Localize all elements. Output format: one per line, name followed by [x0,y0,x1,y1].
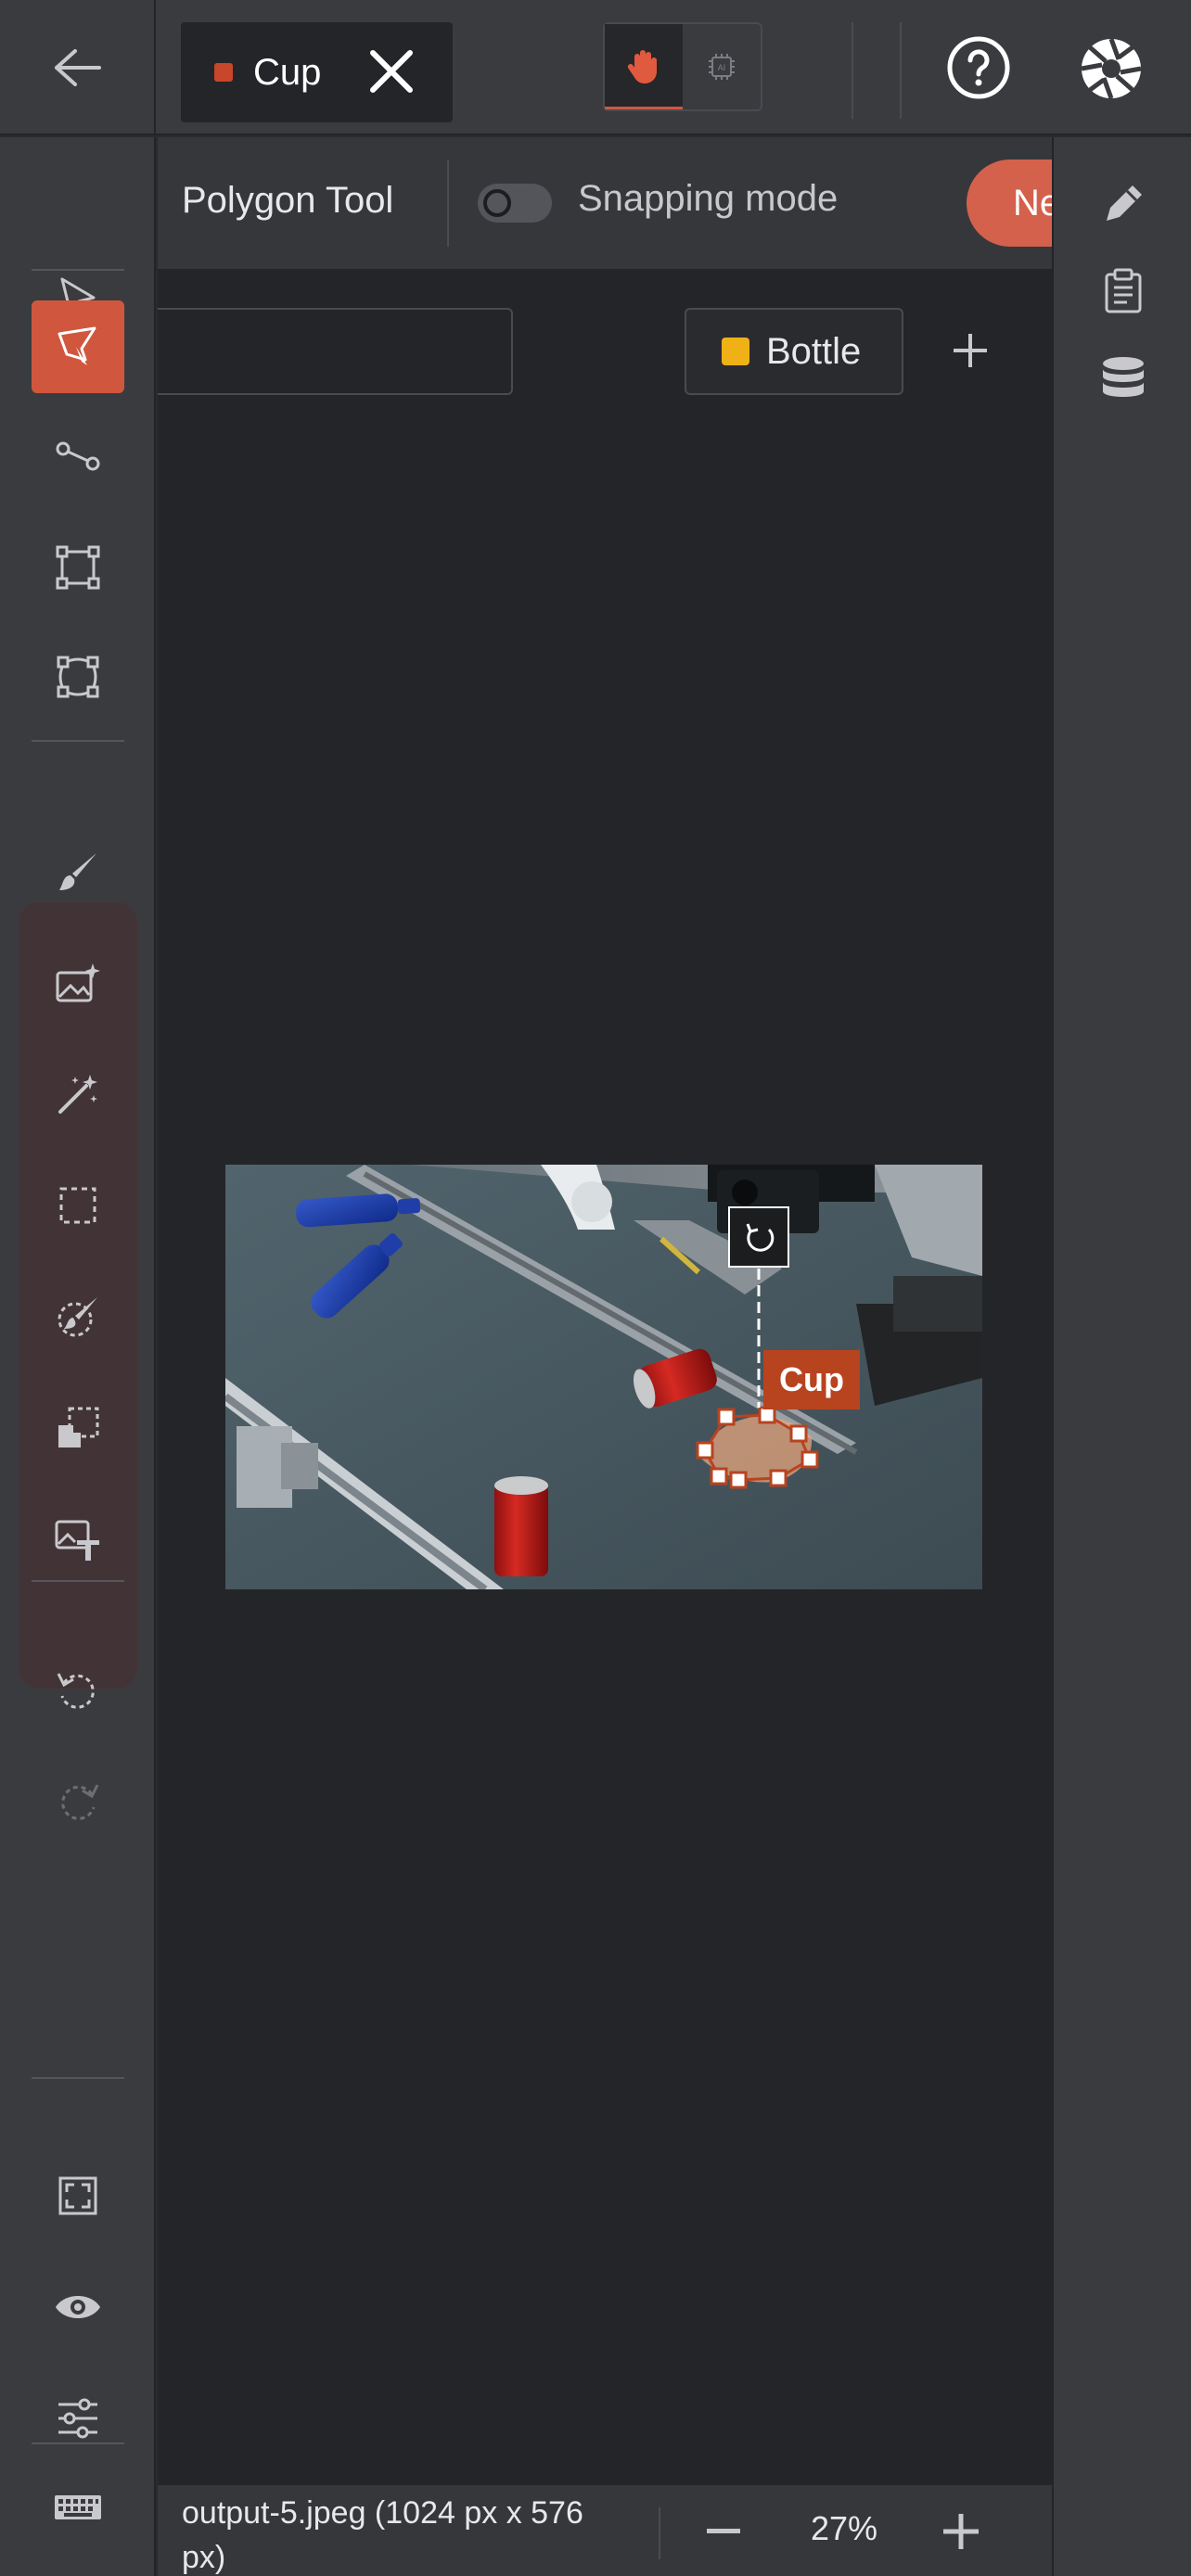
divider [659,2507,660,2559]
polygon-tool-icon [58,326,96,365]
class-tab-label: Cup [253,51,322,93]
smart-image-tool-button[interactable] [32,937,124,1029]
brush-tool-button[interactable] [32,825,124,918]
rectangle-select-tool-button[interactable] [32,1159,124,1252]
zoom-in-button[interactable] [933,2504,989,2559]
divider [32,269,124,271]
canvas-area[interactable]: Bottle Cup [158,269,1052,2485]
notes-button[interactable] [1095,263,1151,319]
ai-chip-icon: AI [709,54,735,80]
top-bar: Cup AI [0,0,1191,135]
label-chip-bottle[interactable]: Bottle [685,308,903,395]
image-text-icon [55,1520,99,1561]
label-chip[interactable] [158,308,513,395]
visibility-icon [56,2296,100,2318]
undo-icon [57,1673,95,1709]
database-icon [1103,357,1144,397]
left-toolbar [0,137,156,2576]
zoom-out-button[interactable] [696,2504,751,2559]
label-color-swatch [722,338,749,365]
aperture-icon [1081,38,1142,99]
divider [32,2442,124,2444]
tool-options-bar: Polygon Tool Snapping mode Ne [158,137,1096,269]
keyboard-icon [55,2495,101,2519]
image-text-tool-button[interactable] [32,1493,124,1586]
minus-icon [707,2529,740,2533]
divider [32,740,124,742]
fit-screen-button[interactable] [32,2149,124,2242]
visibility-button[interactable] [32,2261,124,2353]
annotation-label-text: Cup [779,1360,844,1398]
plus-icon [943,2514,979,2549]
mode-switch: AI [603,22,762,111]
ai-mode-button[interactable]: AI [683,24,761,109]
help-icon [947,36,1010,99]
help-button[interactable] [946,35,1011,105]
zoom-level: 27% [810,2509,878,2547]
keyboard-shortcuts-button[interactable] [32,2461,124,2554]
divider [32,1580,124,1582]
polygon-tool-button[interactable] [32,300,124,393]
image-canvas[interactable]: Cup [225,1165,982,1589]
plus-icon [954,334,987,367]
label-name: Bottle [766,330,862,372]
active-class-tab[interactable]: Cup [181,22,453,122]
annotation-label-tag[interactable]: Cup [763,1350,860,1409]
redo-button[interactable] [32,1756,124,1849]
rotated-box-icon [57,656,99,698]
magic-wand-tool-button[interactable] [32,1048,124,1141]
undo-button[interactable] [32,1645,124,1738]
magic-wand-icon [58,1075,97,1114]
divider [852,22,853,119]
class-color-swatch [214,63,233,82]
hand-icon [627,49,657,83]
fit-screen-icon [58,2176,97,2215]
rectangle-select-icon [59,1187,96,1224]
svg-text:AI: AI [718,63,726,72]
bounding-box-icon [56,545,100,590]
divider [900,22,902,119]
line-tool-button[interactable] [32,410,124,503]
line-tool-icon [56,441,100,471]
back-button[interactable] [0,0,156,135]
dataset-button[interactable] [1095,351,1151,406]
edit-button[interactable] [1095,176,1151,232]
smart-image-icon [56,963,100,1002]
copy-region-tool-button[interactable] [32,1382,124,1474]
clipboard-icon [1105,268,1142,313]
toggle-knob [483,189,511,217]
close-icon[interactable] [367,47,416,100]
back-arrow-icon [55,49,101,86]
divider [32,2077,124,2079]
brush-icon [59,853,96,890]
adjust-icon [58,2398,97,2439]
aperture-menu-button[interactable] [1078,35,1145,107]
file-info: output-5.jpeg (1024 px x 576 px) [182,2495,583,2575]
pencil-icon [1107,185,1142,221]
snapping-label: Snapping mode [578,178,839,219]
conveyor-photo [225,1165,982,1589]
add-label-button[interactable] [944,325,996,376]
status-bar: output-5.jpeg (1024 px x 576 px) 27% [158,2485,1052,2576]
divider [447,159,449,247]
eraser-brush-tool-button[interactable] [32,1270,124,1363]
bounding-box-tool-button[interactable] [32,521,124,614]
tool-name: Polygon Tool [182,180,394,221]
snapping-toggle[interactable] [478,184,552,223]
right-sidebar [1052,137,1191,2576]
adjustments-button[interactable] [32,2372,124,2465]
hand-mode-button[interactable] [605,24,683,109]
redo-icon [61,1784,99,1820]
eraser-brush-icon [58,1297,97,1337]
rotated-box-tool-button[interactable] [32,631,124,723]
copy-region-icon [58,1407,99,1447]
